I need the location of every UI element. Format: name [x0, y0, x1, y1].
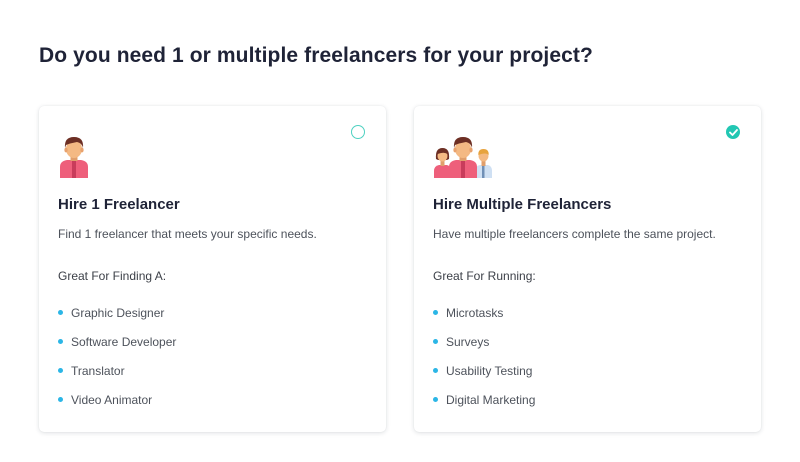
page: Do you need 1 or multiple freelancers fo…	[0, 0, 800, 462]
bullet-icon	[58, 339, 63, 344]
bullet-icon	[58, 310, 63, 315]
list-item: Microtasks	[433, 298, 535, 327]
feature-list: Graphic Designer Software Developer Tran…	[58, 298, 176, 414]
bullet-icon	[58, 368, 63, 373]
option-title: Hire Multiple Freelancers	[433, 196, 612, 213]
list-heading: Great For Finding A:	[58, 269, 167, 283]
list-item: Usability Testing	[433, 356, 535, 385]
list-item: Translator	[58, 356, 176, 385]
bullet-icon	[58, 397, 63, 402]
option-description: Find 1 freelancer that meets your specif…	[58, 227, 317, 241]
list-item-label: Graphic Designer	[71, 305, 165, 320]
bullet-icon	[433, 368, 438, 373]
list-item: Digital Marketing	[433, 385, 535, 414]
option-title: Hire 1 Freelancer	[58, 196, 180, 213]
list-item-label: Usability Testing	[446, 363, 533, 378]
bullet-icon	[433, 310, 438, 315]
group-people-icon	[433, 134, 493, 178]
list-item: Graphic Designer	[58, 298, 176, 327]
list-item-label: Software Developer	[71, 334, 177, 349]
list-item-label: Translator	[71, 363, 125, 378]
radio-unselected[interactable]	[351, 125, 365, 139]
option-card-multiple-freelancers[interactable]: Hire Multiple Freelancers Have multiple …	[414, 106, 761, 432]
list-item-label: Surveys	[446, 334, 490, 349]
list-item-label: Microtasks	[446, 305, 504, 320]
list-item-label: Digital Marketing	[446, 392, 536, 407]
option-description: Have multiple freelancers complete the s…	[433, 227, 716, 241]
page-title: Do you need 1 or multiple freelancers fo…	[39, 44, 593, 67]
radio-selected-check-icon[interactable]	[726, 125, 740, 139]
option-card-single-freelancer[interactable]: Hire 1 Freelancer Find 1 freelancer that…	[39, 106, 386, 432]
list-item: Software Developer	[58, 327, 176, 356]
bullet-icon	[433, 397, 438, 402]
list-item: Surveys	[433, 327, 535, 356]
list-heading: Great For Running:	[433, 269, 536, 283]
feature-list: Microtasks Surveys Usability Testing Dig…	[433, 298, 535, 414]
list-item: Video Animator	[58, 385, 176, 414]
single-person-icon	[58, 134, 90, 178]
bullet-icon	[433, 339, 438, 344]
list-item-label: Video Animator	[71, 392, 153, 407]
